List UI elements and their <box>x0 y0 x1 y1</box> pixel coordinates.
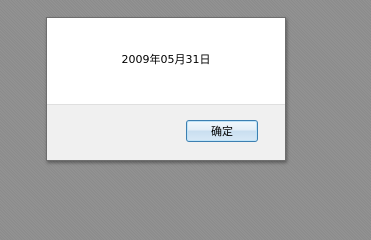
dialog-body: 2009年05月31日 <box>47 18 285 105</box>
ok-button[interactable]: 确定 <box>186 120 258 142</box>
dialog-message: 2009年05月31日 <box>121 53 211 66</box>
alert-dialog: 2009年05月31日 确定 <box>46 17 286 161</box>
dialog-footer: 确定 <box>47 104 285 160</box>
